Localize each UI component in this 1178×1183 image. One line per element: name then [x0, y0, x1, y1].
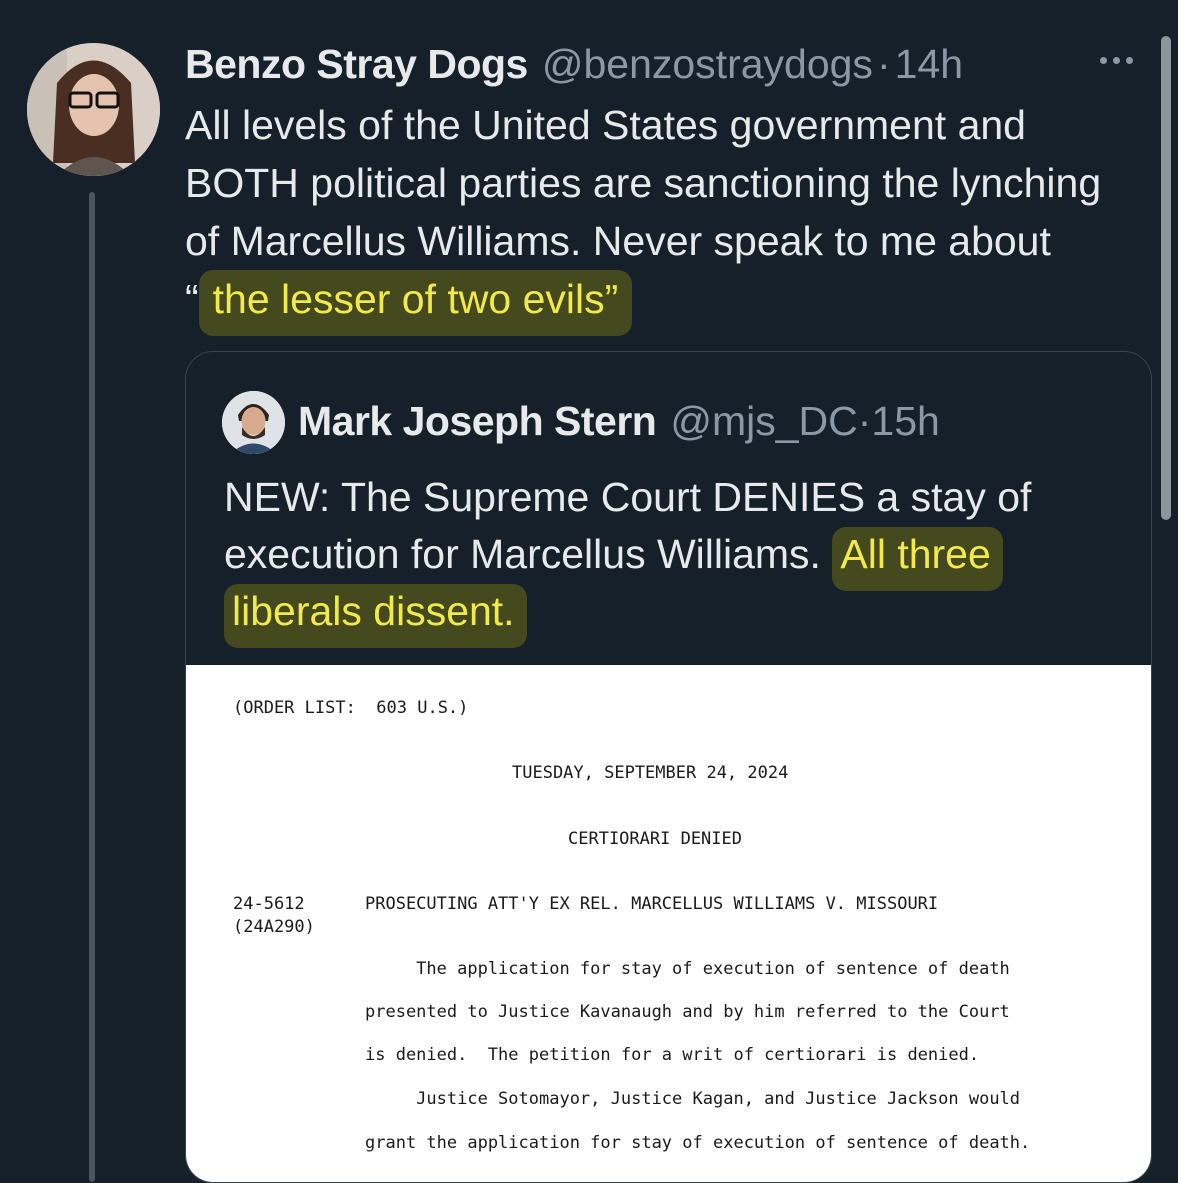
- scrollbar[interactable]: [1161, 36, 1171, 520]
- author-name[interactable]: Benzo Stray Dogs: [185, 41, 528, 87]
- court-order-image[interactable]: (ORDER LIST: 603 U.S.) TUESDAY, SEPTEMBE…: [186, 665, 1151, 1182]
- order-line: Justice Sotomayor, Justice Kagan, and Ju…: [365, 1089, 1021, 1109]
- case-title: PROSECUTING ATT'Y EX REL. MARCELLUS WILL…: [365, 894, 939, 914]
- author-avatar[interactable]: [27, 43, 160, 176]
- tweet-text-highlight: the lesser of two evils”: [198, 270, 633, 336]
- tweet-text: All levels of the United States governme…: [185, 96, 1145, 336]
- quoted-separator: ·: [857, 398, 872, 444]
- order-line: presented to Justice Kavanaugh and by hi…: [365, 1002, 1010, 1022]
- order-date: TUESDAY, SEPTEMBER 24, 2024: [512, 763, 789, 783]
- quoted-tweet-text: NEW: The Supreme Court DENIES a stay of …: [224, 469, 1124, 648]
- quoted-author-handle[interactable]: @mjs_DC: [670, 398, 857, 444]
- order-line: is denied. The petition for a writ of ce…: [365, 1045, 980, 1065]
- thread-line: [89, 192, 95, 1182]
- quoted-timestamp[interactable]: 15h: [871, 398, 939, 444]
- author-handle[interactable]: @benzostraydogs: [542, 41, 873, 87]
- quoted-tweet[interactable]: Mark Joseph Stern @mjs_DC·15h NEW: The Su…: [185, 351, 1152, 1183]
- section-heading: CERTIORARI DENIED: [568, 829, 742, 849]
- separator: ·: [876, 41, 891, 87]
- more-horizontal-icon[interactable]: [1100, 57, 1133, 64]
- quoted-author-name[interactable]: Mark Joseph Stern: [298, 398, 657, 444]
- timestamp[interactable]: 14h: [895, 41, 963, 87]
- quoted-author-avatar: [222, 391, 285, 454]
- application-number: (24A290): [233, 917, 315, 937]
- order-line: The application for stay of execution of…: [365, 959, 1010, 979]
- order-list-label: (ORDER LIST: 603 U.S.): [233, 698, 469, 718]
- quoted-tweet-header: Mark Joseph Stern @mjs_DC·15h: [298, 395, 940, 447]
- order-line: grant the application for stay of execut…: [365, 1133, 1031, 1153]
- tweet-header: Benzo Stray Dogs @benzostraydogs·14h: [185, 38, 963, 90]
- case-number: 24-5612: [233, 894, 305, 914]
